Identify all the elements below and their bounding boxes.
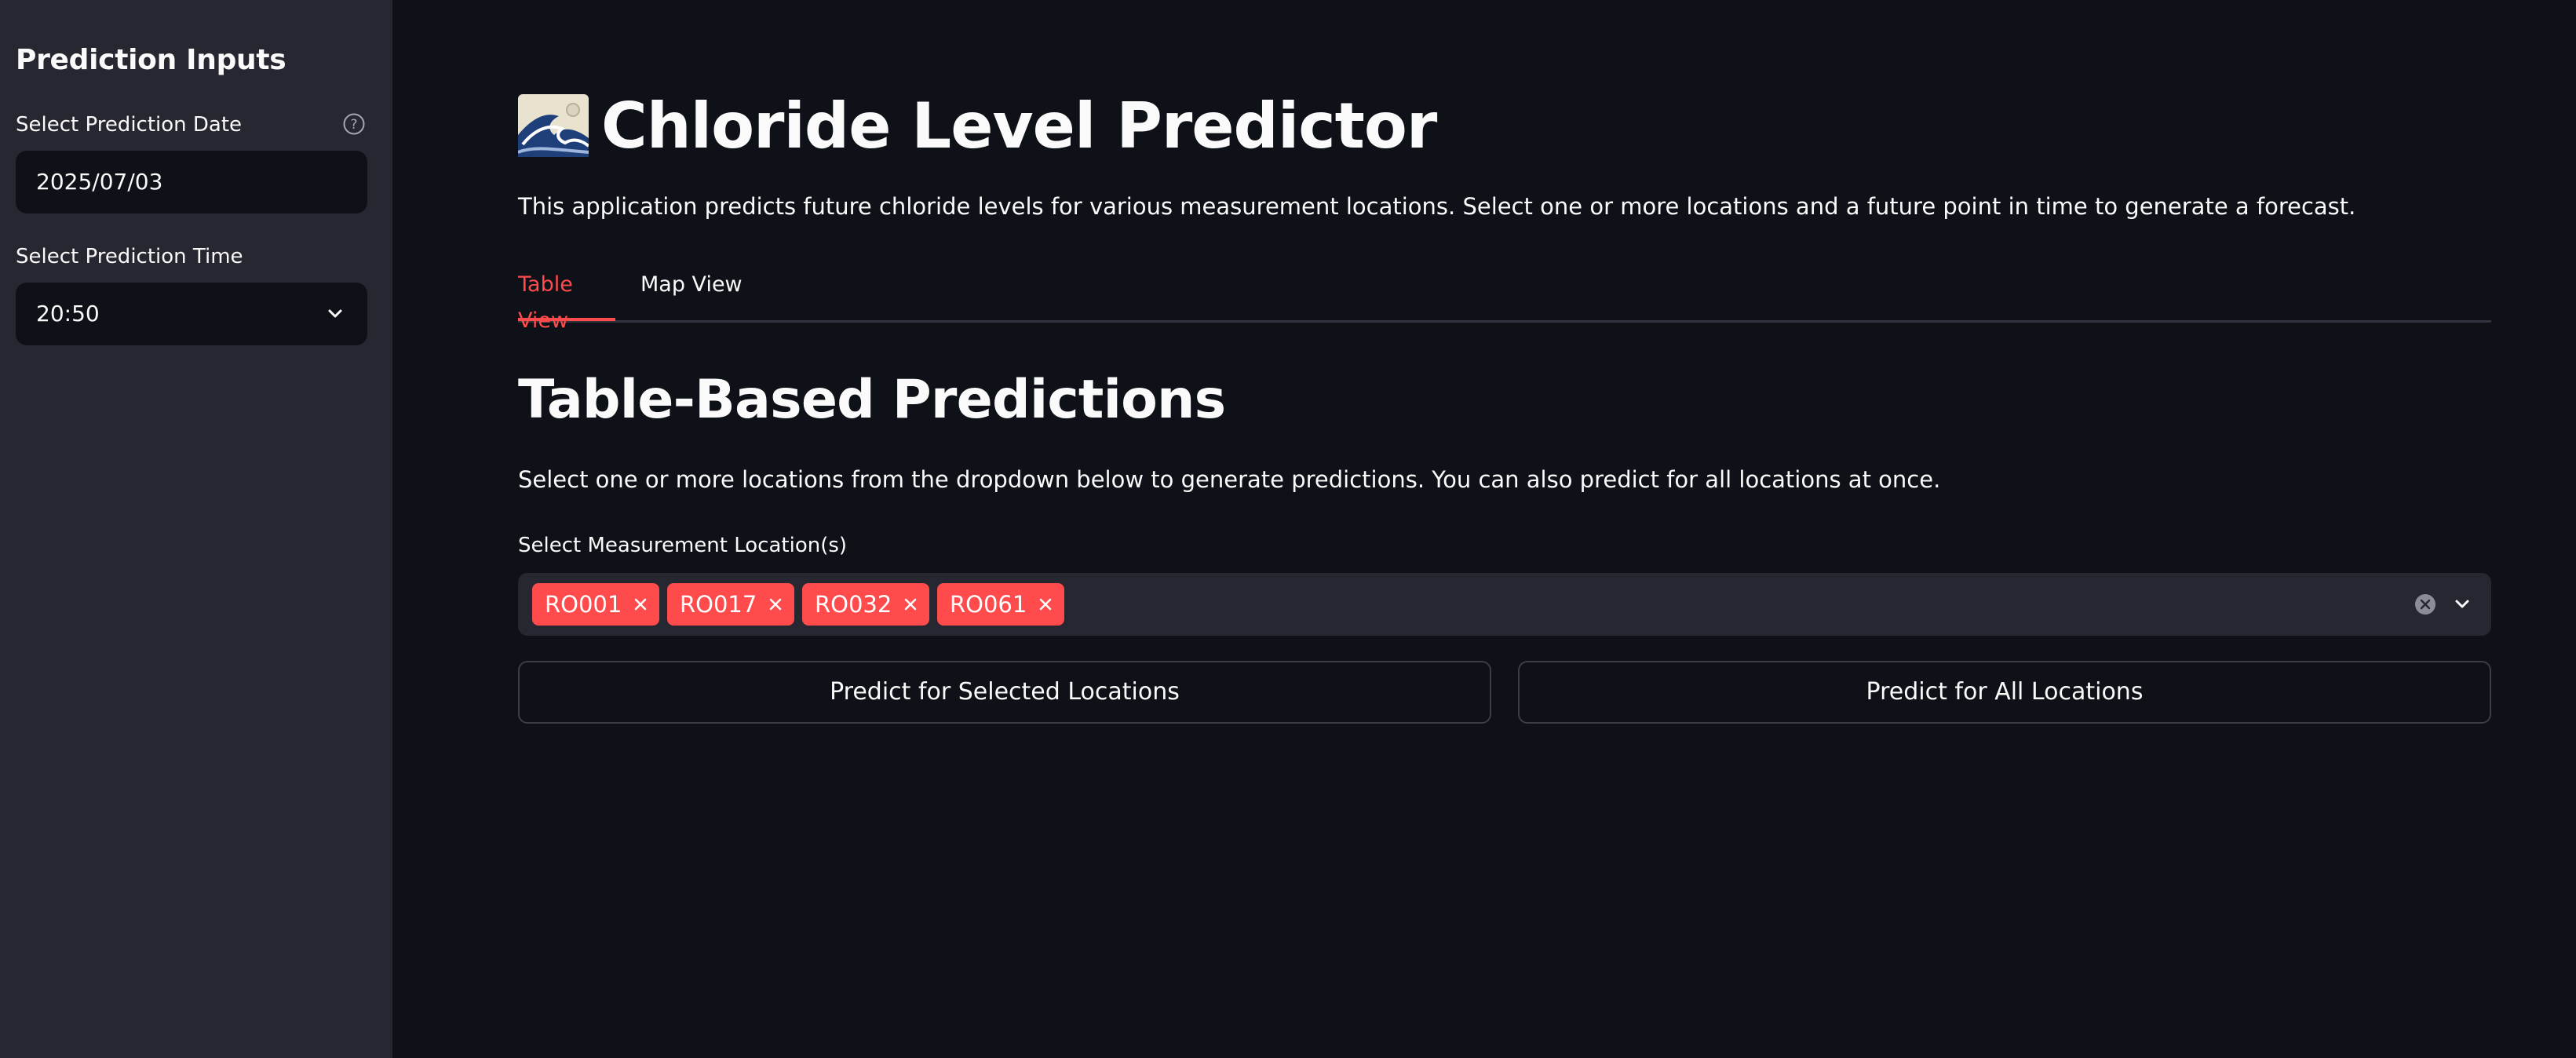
- time-select-value: 20:50: [36, 301, 100, 327]
- time-select[interactable]: 20:50: [16, 283, 367, 345]
- locations-multiselect[interactable]: RO001 RO017 RO032 RO061: [518, 573, 2491, 636]
- tab-bar: Table View Map View: [518, 267, 2491, 333]
- close-icon[interactable]: [1038, 596, 1053, 612]
- section-description: Select one or more locations from the dr…: [518, 466, 1941, 493]
- locations-label: Select Measurement Location(s): [518, 534, 848, 557]
- tab-table-view[interactable]: Table View: [518, 267, 615, 333]
- page-title: Chloride Level Predictor: [601, 89, 1437, 162]
- location-chip-label: RO001: [545, 591, 622, 618]
- location-chip-label: RO061: [950, 591, 1027, 618]
- predict-all-button[interactable]: Predict for All Locations: [1518, 661, 2491, 724]
- date-label: Select Prediction Date: [16, 113, 243, 137]
- clear-all-icon[interactable]: [2414, 593, 2436, 615]
- location-chip: RO017: [667, 583, 795, 626]
- sidebar: Prediction Inputs Select Prediction Date…: [0, 0, 392, 1058]
- predict-selected-button[interactable]: Predict for Selected Locations: [518, 661, 1491, 724]
- location-chip: RO061: [937, 583, 1065, 626]
- close-icon[interactable]: [633, 596, 648, 612]
- location-chip: RO032: [802, 583, 930, 626]
- wave-icon: [518, 94, 589, 157]
- chevron-down-icon: [328, 309, 342, 318]
- help-icon[interactable]: ?: [342, 112, 366, 136]
- svg-text:?: ?: [350, 117, 357, 133]
- location-chip-label: RO017: [680, 591, 757, 618]
- title-row: Chloride Level Predictor: [518, 86, 1437, 165]
- location-chip: RO001: [532, 583, 660, 626]
- chevron-down-icon[interactable]: [2452, 594, 2472, 615]
- date-input[interactable]: 2025/07/03: [16, 151, 367, 213]
- close-icon[interactable]: [768, 596, 783, 612]
- close-icon[interactable]: [903, 596, 918, 612]
- time-label: Select Prediction Time: [16, 245, 243, 268]
- section-title: Table-Based Predictions: [518, 369, 1226, 431]
- intro-text: This application predicts future chlorid…: [518, 193, 2356, 220]
- sidebar-title: Prediction Inputs: [16, 44, 286, 76]
- tab-map-view[interactable]: Map View: [640, 267, 743, 318]
- location-chip-label: RO032: [815, 591, 892, 618]
